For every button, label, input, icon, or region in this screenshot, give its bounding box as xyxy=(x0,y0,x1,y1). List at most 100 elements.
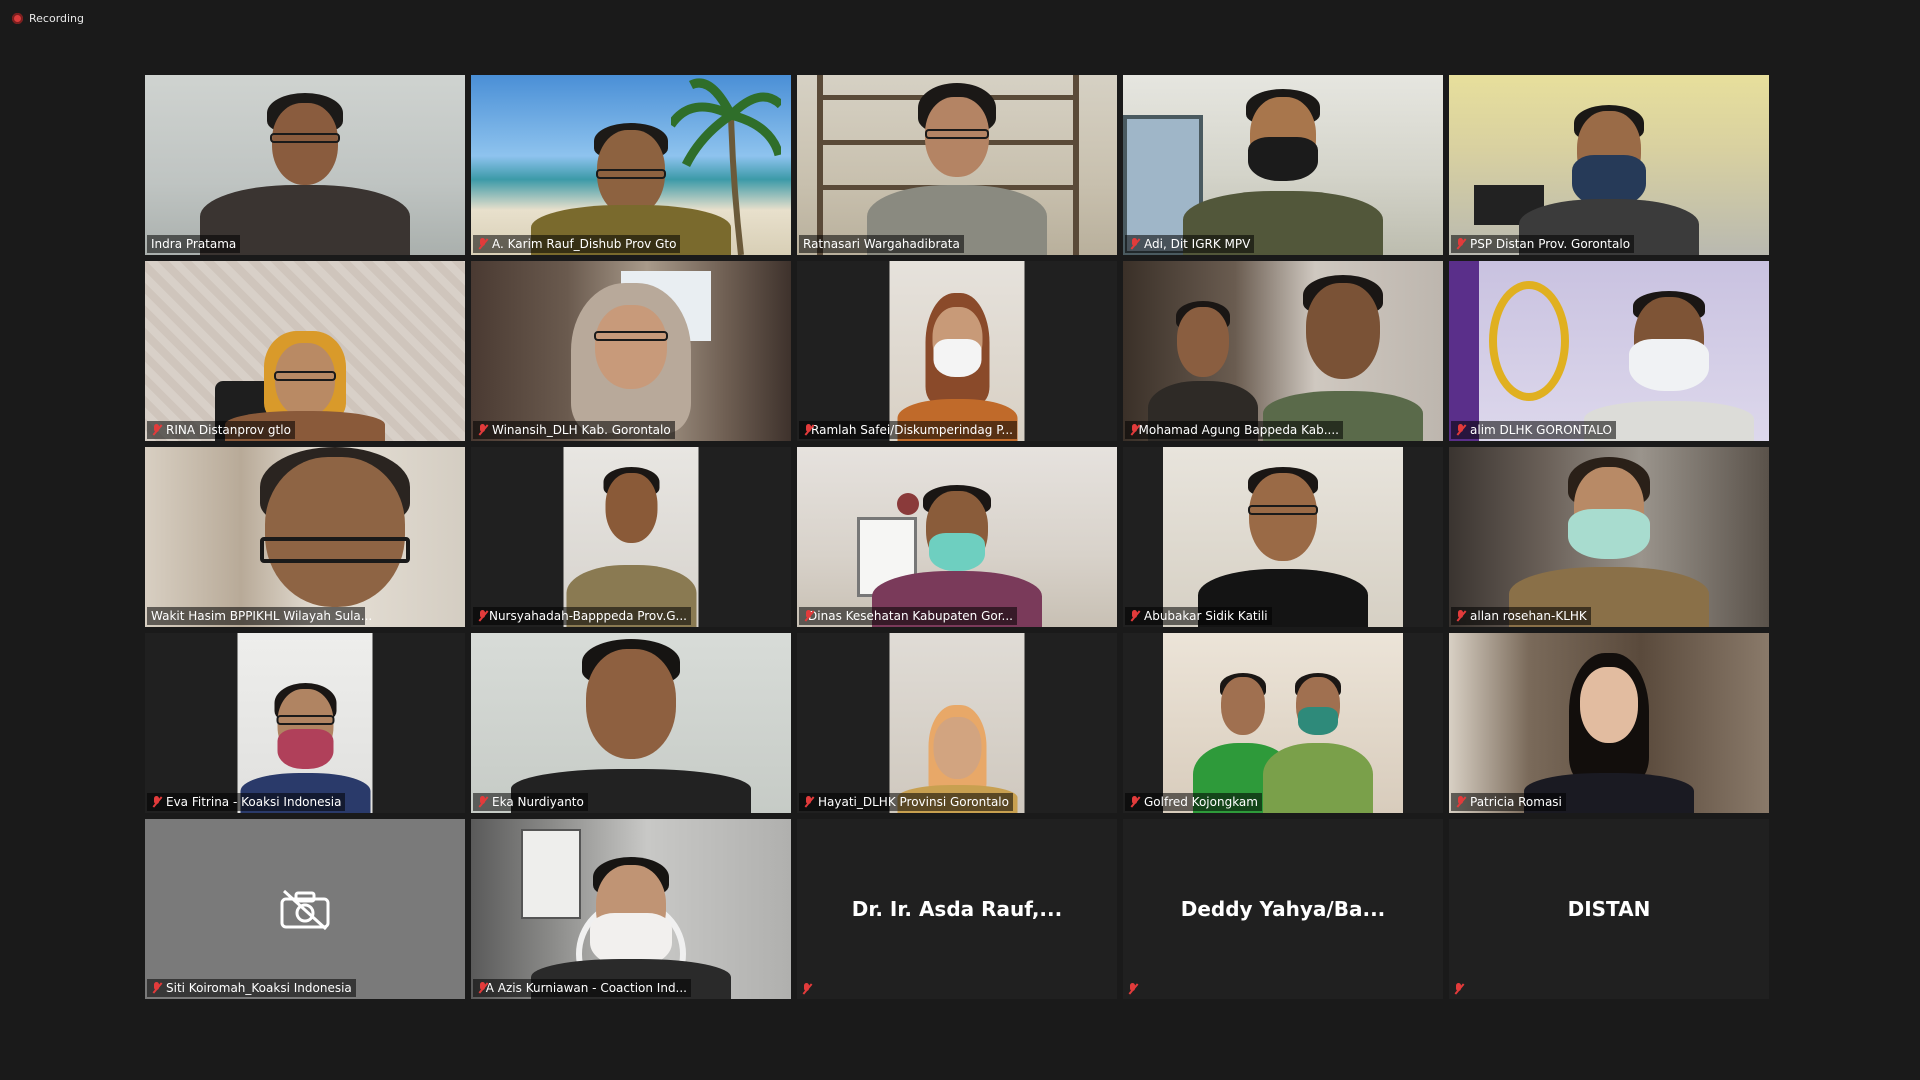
participant-tile[interactable]: A. Karim Rauf_Dishub Prov Gto xyxy=(471,75,791,255)
mic-muted-icon xyxy=(1129,424,1137,436)
participant-name: Ratnasari Wargahadibrata xyxy=(803,237,960,251)
participant-name-label: PSP Distan Prov. Gorontalo xyxy=(1451,235,1635,253)
participant-tile[interactable]: Deddy Yahya/Ba... xyxy=(1123,819,1443,999)
participant-tile[interactable]: Adi, Dit IGRK MPV xyxy=(1123,75,1443,255)
participant-tile[interactable]: Abubakar Sidik Katili xyxy=(1123,447,1443,627)
mic-muted-icon xyxy=(477,238,488,250)
recording-label: Recording xyxy=(29,12,85,25)
participant-tile[interactable]: Golfred Kojongkam xyxy=(1123,633,1443,813)
participant-tile[interactable]: Ramlah Safei/Diskumperindag P... xyxy=(797,261,1117,441)
participant-name: Nursyahadah-Bapppeda Prov.G... xyxy=(488,609,687,623)
participant-name: Abubakar Sidik Katili xyxy=(1144,609,1268,623)
participant-name: Golfred Kojongkam xyxy=(1144,795,1258,809)
participant-name-label: A. Karim Rauf_Dishub Prov Gto xyxy=(473,235,681,253)
participant-name: Eva Fitrina - Koaksi Indonesia xyxy=(166,795,342,809)
participant-tile[interactable]: Hayati_DLHK Provinsi Gorontalo xyxy=(797,633,1117,813)
mic-muted-icon xyxy=(151,424,162,436)
participant-name-label: Eka Nurdiyanto xyxy=(473,793,588,811)
participant-name: Eka Nurdiyanto xyxy=(492,795,584,809)
participant-tile[interactable]: Winansih_DLH Kab. Gorontalo xyxy=(471,261,791,441)
participant-tile[interactable]: Dr. Ir. Asda Rauf,... xyxy=(797,819,1117,999)
participant-tile[interactable]: alim DLHK GORONTALO xyxy=(1449,261,1769,441)
mic-muted-icon xyxy=(801,983,812,995)
participant-name: Patricia Romasi xyxy=(1470,795,1562,809)
mic-muted-icon xyxy=(803,796,814,808)
mic-muted-icon xyxy=(1453,983,1464,995)
participant-name: Mohamad Agung Bappeda Kab.... xyxy=(1138,423,1339,437)
participant-tile[interactable]: Patricia Romasi xyxy=(1449,633,1769,813)
participant-tile[interactable]: Eva Fitrina - Koaksi Indonesia xyxy=(145,633,465,813)
participant-name: Adi, Dit IGRK MPV xyxy=(1144,237,1251,251)
mic-muted-icon xyxy=(477,424,488,436)
participant-name: Deddy Yahya/Ba... xyxy=(1180,897,1386,921)
participant-name-label: Patricia Romasi xyxy=(1451,793,1566,811)
participant-name-label: Ratnasari Wargahadibrata xyxy=(799,235,964,253)
mic-muted-icon xyxy=(477,610,485,622)
participant-tile[interactable]: Eka Nurdiyanto xyxy=(471,633,791,813)
participant-name-label: A Azis Kurniawan - Coaction Ind... xyxy=(473,979,691,997)
participant-name: Dinas Kesehatan Kabupaten Gor... xyxy=(808,609,1013,623)
clock-graphic xyxy=(897,493,919,515)
participant-name: Ramlah Safei/Diskumperindag P... xyxy=(811,423,1013,437)
participant-tile[interactable]: Ratnasari Wargahadibrata xyxy=(797,75,1117,255)
mic-muted-icon xyxy=(803,424,812,436)
participant-tile[interactable]: Mohamad Agung Bappeda Kab.... xyxy=(1123,261,1443,441)
participant-tile[interactable]: Indra Pratama xyxy=(145,75,465,255)
mic-muted-icon xyxy=(1129,238,1140,250)
participant-name-label: Wakit Hasim BPPIKHL Wilayah Sula... xyxy=(147,607,372,625)
participant-tile[interactable]: Siti Koiromah_Koaksi Indonesia xyxy=(145,819,465,999)
participant-name-label: Hayati_DLHK Provinsi Gorontalo xyxy=(799,793,1013,811)
mic-muted-icon xyxy=(1455,238,1466,250)
participant-tile[interactable]: Dinas Kesehatan Kabupaten Gor... xyxy=(797,447,1117,627)
participant-name-label: Indra Pratama xyxy=(147,235,241,253)
mic-muted-icon xyxy=(477,982,485,994)
poster-graphic xyxy=(521,829,581,919)
participant-name-label: Golfred Kojongkam xyxy=(1125,793,1262,811)
mic-muted-icon xyxy=(1455,610,1466,622)
mic-muted-icon xyxy=(803,610,812,622)
participant-name: alim DLHK GORONTALO xyxy=(1470,423,1612,437)
participant-name-label: RINA Distanprov gtlo xyxy=(147,421,295,439)
participant-tile[interactable]: PSP Distan Prov. Gorontalo xyxy=(1449,75,1769,255)
participant-tile[interactable]: allan rosehan-KLHK xyxy=(1449,447,1769,627)
participant-tile[interactable]: Nursyahadah-Bapppeda Prov.G... xyxy=(471,447,791,627)
participant-name-label: Dinas Kesehatan Kabupaten Gor... xyxy=(799,607,1017,625)
participant-name: A. Karim Rauf_Dishub Prov Gto xyxy=(492,237,677,251)
mic-muted-icon xyxy=(151,796,162,808)
participant-name-label: Abubakar Sidik Katili xyxy=(1125,607,1272,625)
participant-name: RINA Distanprov gtlo xyxy=(166,423,291,437)
participant-name-label: Nursyahadah-Bapppeda Prov.G... xyxy=(473,607,691,625)
participant-tile[interactable]: RINA Distanprov gtlo xyxy=(145,261,465,441)
participant-tile[interactable]: DISTAN xyxy=(1449,819,1769,999)
participant-name: DISTAN xyxy=(1567,897,1651,921)
participant-name-label: Adi, Dit IGRK MPV xyxy=(1125,235,1255,253)
emblem-graphic xyxy=(1489,281,1569,401)
recording-dot-icon xyxy=(12,13,23,24)
participant-name-label: Winansih_DLH Kab. Gorontalo xyxy=(473,421,675,439)
participant-name: allan rosehan-KLHK xyxy=(1470,609,1587,623)
participant-name-label: Eva Fitrina - Koaksi Indonesia xyxy=(147,793,346,811)
mic-muted-icon xyxy=(477,796,488,808)
participant-name: PSP Distan Prov. Gorontalo xyxy=(1470,237,1631,251)
participant-name: Indra Pratama xyxy=(151,237,237,251)
participant-name-label: Ramlah Safei/Diskumperindag P... xyxy=(799,421,1017,439)
participant-name: Winansih_DLH Kab. Gorontalo xyxy=(492,423,671,437)
mic-muted-icon xyxy=(1455,796,1466,808)
participant-name: Wakit Hasim BPPIKHL Wilayah Sula... xyxy=(151,609,373,623)
participant-name-label: Siti Koiromah_Koaksi Indonesia xyxy=(147,979,356,997)
participant-name-label: alim DLHK GORONTALO xyxy=(1451,421,1616,439)
participant-name: Dr. Ir. Asda Rauf,... xyxy=(851,897,1063,921)
participant-tile[interactable]: Wakit Hasim BPPIKHL Wilayah Sula... xyxy=(145,447,465,627)
participant-name: Siti Koiromah_Koaksi Indonesia xyxy=(166,981,352,995)
mic-muted-icon xyxy=(1127,983,1138,995)
recording-indicator: Recording xyxy=(12,12,84,25)
gallery-view: Indra Pratama A. Karim Rauf_Dishub Prov … xyxy=(145,75,1775,1005)
participant-name-label: Mohamad Agung Bappeda Kab.... xyxy=(1125,421,1343,439)
mic-muted-icon xyxy=(151,982,162,994)
participant-name-label: allan rosehan-KLHK xyxy=(1451,607,1591,625)
participant-tile[interactable]: A Azis Kurniawan - Coaction Ind... xyxy=(471,819,791,999)
banner-graphic xyxy=(1449,261,1479,441)
camera-off-icon xyxy=(280,889,330,931)
participant-name: Hayati_DLHK Provinsi Gorontalo xyxy=(818,795,1009,809)
mic-muted-icon xyxy=(1129,610,1140,622)
